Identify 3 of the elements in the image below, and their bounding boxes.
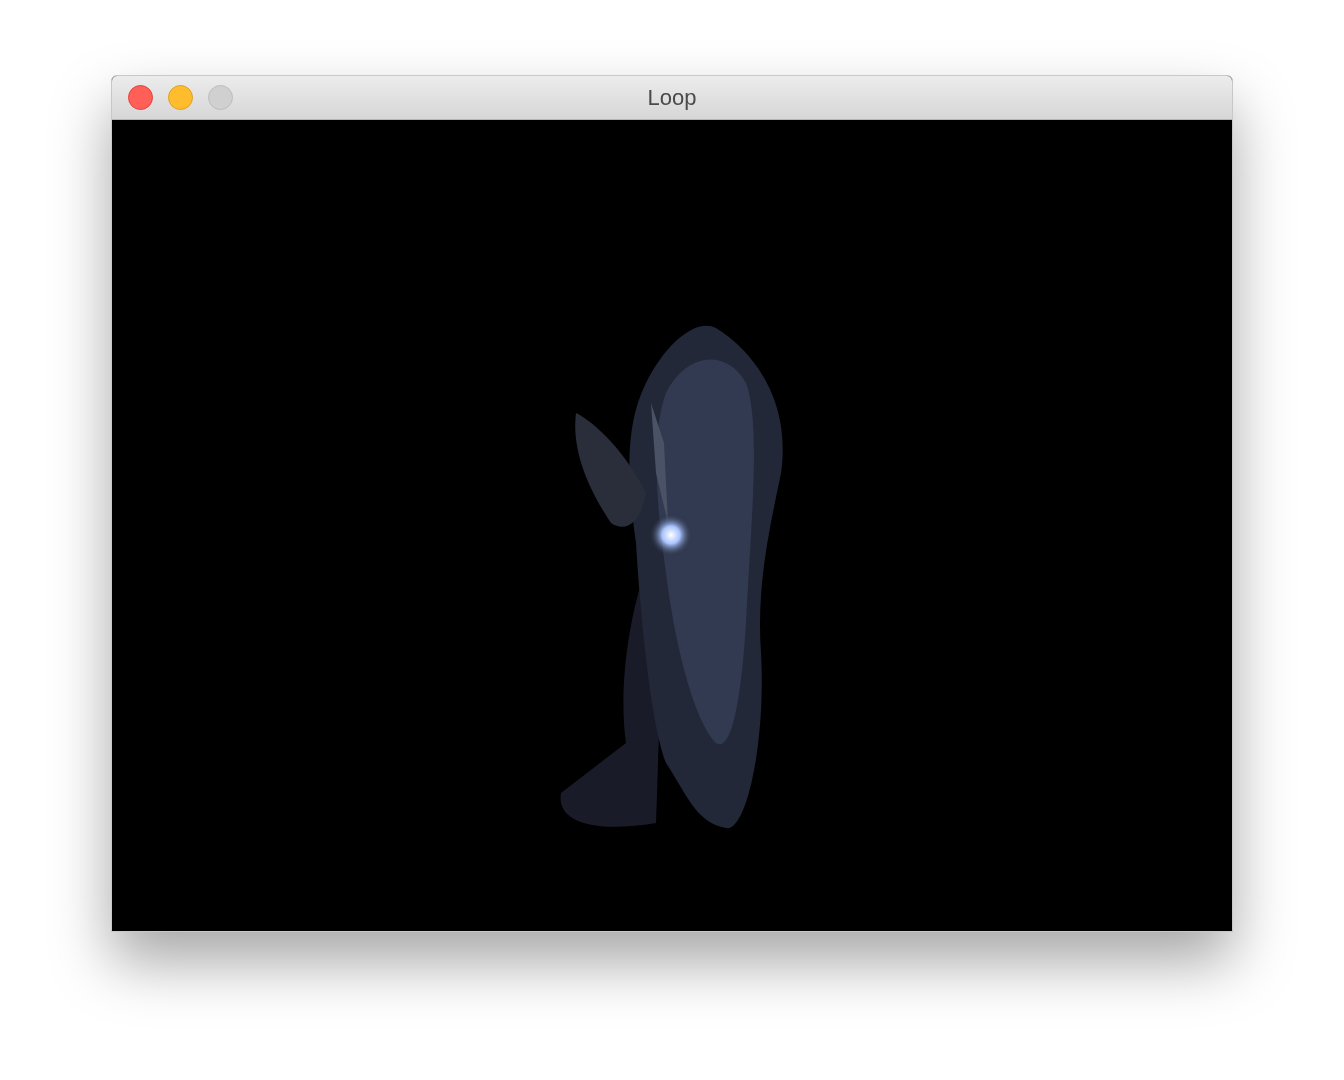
close-button[interactable] bbox=[128, 85, 153, 110]
window-title: Loop bbox=[647, 86, 697, 110]
minimize-button[interactable] bbox=[168, 85, 193, 110]
